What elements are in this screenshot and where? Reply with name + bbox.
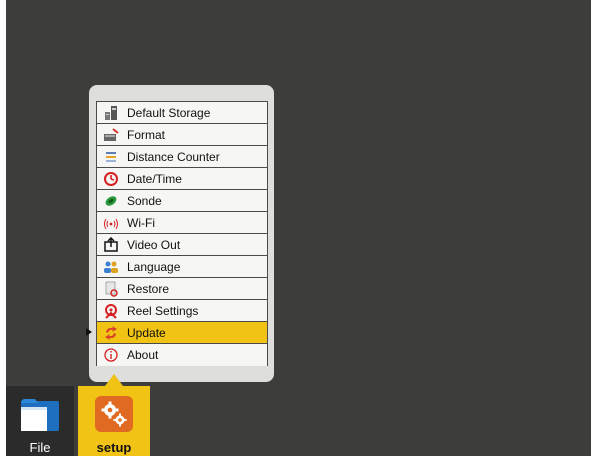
setup-button[interactable]: setup [78,386,150,456]
sonde-icon [103,193,119,209]
folder-icon [19,395,61,433]
screen: Default Storage Format Distance Counter … [0,0,591,456]
wifi-icon [103,215,119,231]
language-icon [103,259,119,275]
distance-counter-icon [103,149,119,165]
setup-button-label: setup [96,440,132,455]
menu-item-label: Format [127,127,166,142]
menu-item-label: Reel Settings [127,303,199,318]
menu-item-video-out[interactable]: Video Out [97,234,267,256]
restore-icon [103,281,119,297]
menu-item-label: Video Out [127,237,181,252]
menu-item-label: Distance Counter [127,149,220,164]
menu-item-distance-counter[interactable]: Distance Counter [97,146,267,168]
menu-item-label: Wi-Fi [127,215,155,230]
storage-icon [103,105,119,121]
menu-item-restore[interactable]: Restore [97,278,267,300]
popup-pointer-arrow [105,374,123,386]
clock-icon [103,171,119,187]
menu-item-label: Default Storage [127,105,211,120]
menu-item-label: About [127,348,159,362]
menu-item-default-storage[interactable]: Default Storage [97,102,267,124]
reel-icon [103,303,119,319]
menu-item-update[interactable]: Update [97,322,267,344]
menu-item-label: Language [127,259,181,274]
setup-menu-list: Default Storage Format Distance Counter … [96,101,268,366]
file-button-label: File [29,440,51,455]
menu-item-about[interactable]: About [97,344,267,366]
menu-item-format[interactable]: Format [97,124,267,146]
menu-item-sonde[interactable]: Sonde [97,190,267,212]
file-button[interactable]: File [6,386,74,456]
menu-item-language[interactable]: Language [97,256,267,278]
video-out-icon [103,236,119,253]
menu-item-wifi[interactable]: Wi-Fi [97,212,267,234]
menu-item-label: Restore [127,281,170,296]
selection-pointer-icon [86,328,92,336]
info-icon [103,347,119,363]
menu-item-label: Update [127,325,166,340]
menu-item-date-time[interactable]: Date/Time [97,168,267,190]
menu-item-label: Sonde [127,193,162,208]
menu-item-reel-settings[interactable]: Reel Settings [97,300,267,322]
format-icon [103,127,119,143]
update-icon [103,325,119,341]
menu-item-label: Date/Time [127,171,182,186]
gears-icon [93,395,135,433]
